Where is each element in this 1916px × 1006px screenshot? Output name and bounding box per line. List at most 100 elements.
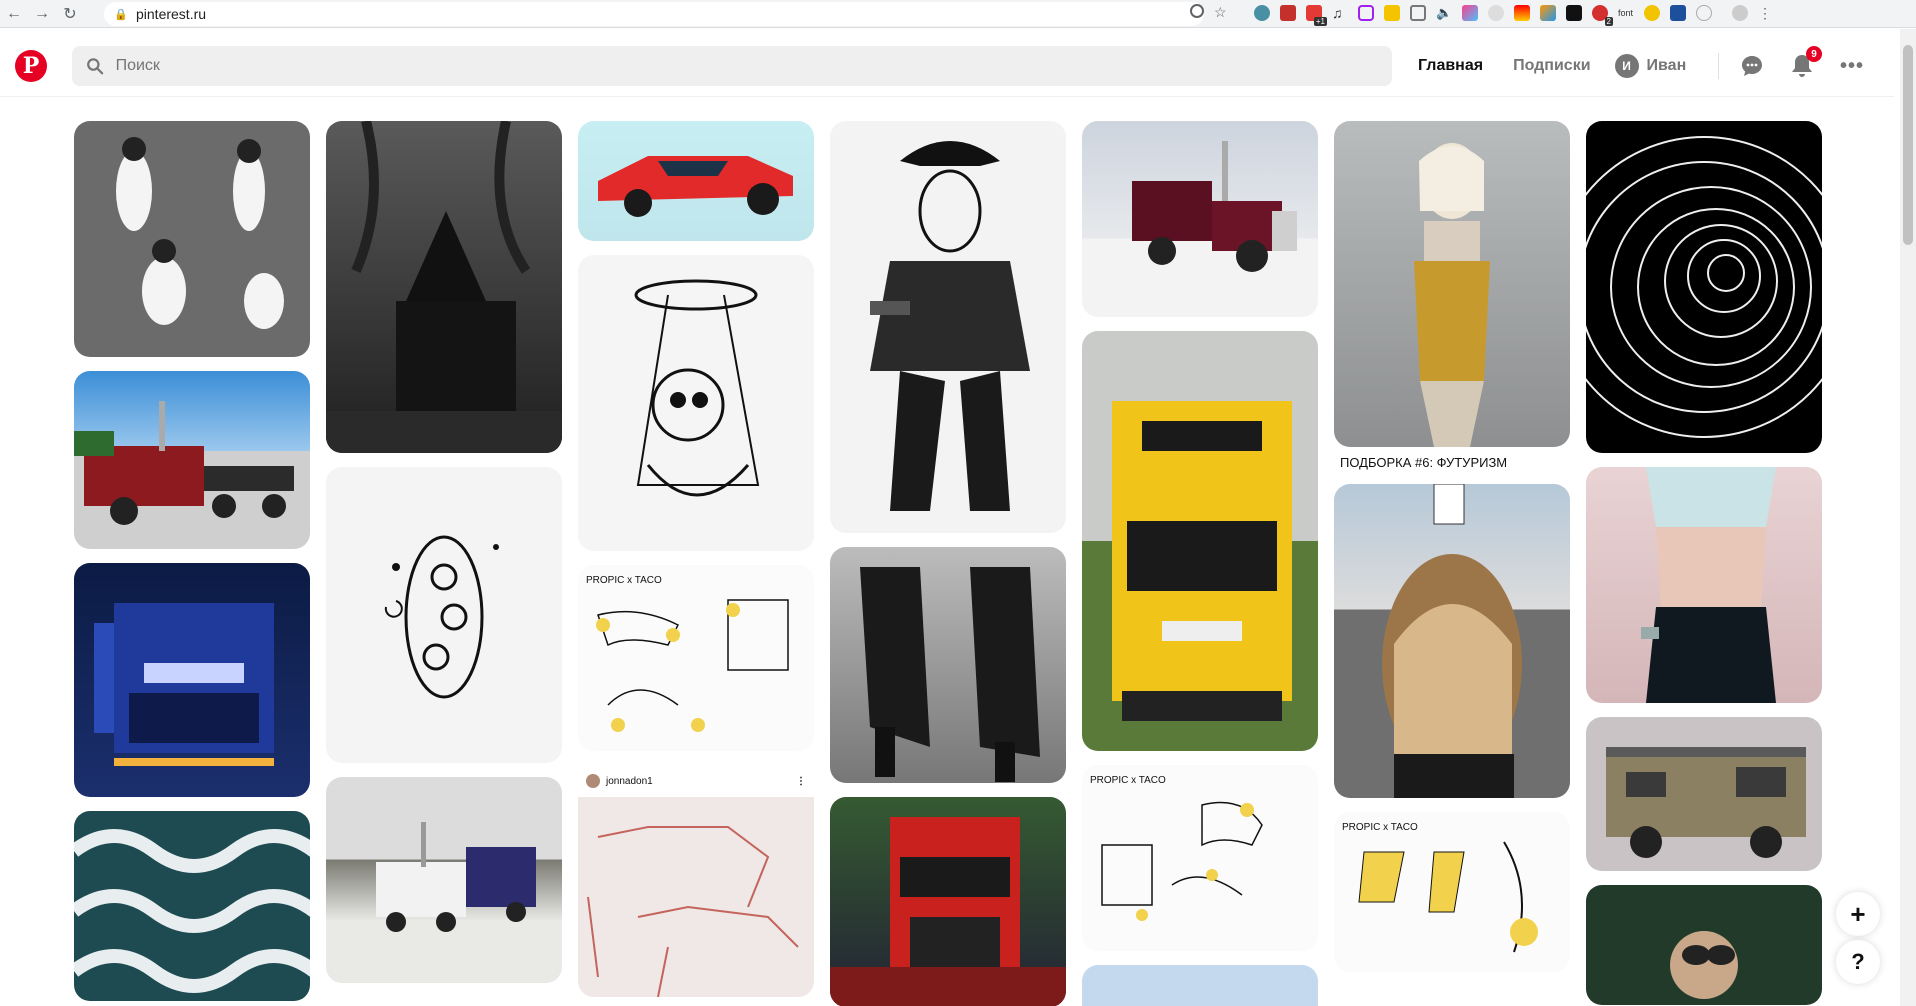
pin-caption[interactable]: ПОДБОРКА #6: ФУТУРИЗМ — [1334, 447, 1570, 470]
profile-avatar-icon[interactable] — [1732, 5, 1748, 21]
pin-card[interactable]: PROPIC x TACO — [578, 565, 814, 751]
pinterest-logo-icon[interactable]: P — [15, 50, 47, 82]
pin-image — [587, 826, 799, 997]
pin-image: PROPIC x TACO — [586, 575, 789, 732]
pin-card[interactable] — [1586, 885, 1822, 1005]
search-icon — [87, 58, 104, 75]
extension-icon[interactable]: +1 — [1306, 5, 1327, 26]
site-header: P Главная Подписки И Иван 9 ••• — [0, 29, 1894, 97]
pin-card[interactable] — [74, 563, 310, 797]
pin-card[interactable] — [1586, 717, 1822, 871]
music-note-icon[interactable]: ♫ — [1332, 5, 1348, 21]
pin-card[interactable]: PROPIC x TACO — [1082, 765, 1318, 951]
font-extension-icon[interactable]: font — [1618, 5, 1634, 21]
extension-icon[interactable]: 2 — [1592, 5, 1613, 26]
pin-image — [1670, 931, 1738, 999]
pin-image: PROPIC x TACO — [1090, 775, 1263, 921]
pin-card[interactable] — [74, 811, 310, 1001]
avatar — [586, 774, 600, 788]
pin-card[interactable] — [1586, 467, 1822, 703]
avatar: И — [1614, 54, 1639, 78]
extension-icon[interactable] — [1358, 5, 1374, 21]
zoom-icon[interactable] — [1190, 4, 1204, 18]
extension-icon[interactable] — [1384, 5, 1400, 21]
lock-icon: 🔒 — [114, 9, 128, 21]
page-scrollbar[interactable] — [1900, 29, 1916, 1006]
pin-card[interactable] — [1082, 965, 1318, 1006]
speaker-icon[interactable]: 🔈 — [1436, 5, 1452, 21]
address-bar[interactable]: 🔒 pinterest.ru — [104, 2, 1204, 26]
pin-card[interactable] — [1082, 331, 1318, 751]
pin-image — [1112, 401, 1292, 721]
pin-image — [598, 156, 793, 217]
pin-image — [1132, 141, 1297, 272]
pin-card[interactable] — [1082, 121, 1318, 317]
extension-icon[interactable] — [1280, 5, 1296, 21]
pin-card[interactable] — [578, 255, 814, 551]
notifications-bell-icon[interactable]: 9 — [1790, 46, 1822, 78]
messages-icon[interactable] — [1740, 54, 1764, 78]
search-input[interactable] — [115, 57, 1392, 75]
extension-icon[interactable] — [1566, 5, 1582, 21]
pin-column — [74, 121, 310, 1006]
pin-card[interactable] — [74, 121, 310, 357]
help-button[interactable]: ? — [1836, 940, 1880, 984]
pin-card[interactable] — [1334, 484, 1570, 798]
more-options-icon[interactable]: ••• — [1840, 54, 1864, 78]
forward-icon[interactable]: → — [28, 0, 56, 28]
browser-toolbar: ← → ↻ 🔒 pinterest.ru ☆ +1 ♫ 🔈 2 font ⋮ — [0, 0, 1916, 28]
back-icon[interactable]: ← — [0, 0, 28, 28]
pin-card[interactable] — [830, 121, 1066, 533]
pin-image — [94, 603, 274, 766]
extension-icon[interactable] — [1644, 5, 1660, 21]
extension-icon[interactable] — [1514, 5, 1530, 21]
pin-image — [1586, 136, 1822, 438]
pin-column — [1586, 121, 1822, 1006]
pin-image: PROPIC x TACO — [1342, 822, 1538, 953]
extension-icon[interactable] — [1462, 5, 1478, 21]
pin-image — [1641, 467, 1776, 703]
nav-home[interactable]: Главная — [1412, 49, 1489, 83]
user-name: Иван — [1646, 57, 1687, 74]
user-profile-link[interactable]: И Иван — [1614, 54, 1687, 78]
pin-card[interactable] — [326, 121, 562, 453]
pin-card[interactable] — [1334, 121, 1570, 447]
pin-image — [830, 817, 1066, 1006]
pin-card[interactable] — [1586, 121, 1822, 453]
pin-more-icon[interactable]: ⋮ — [796, 776, 806, 787]
pin-card[interactable] — [830, 797, 1066, 1006]
pin-image — [1606, 747, 1806, 858]
pin-column: PROPIC x TACO jonnadon1 ⋮ — [578, 121, 814, 1006]
extension-icon[interactable] — [1670, 5, 1686, 21]
pin-author-bar: jonnadon1 ⋮ — [578, 765, 814, 797]
extension-icon[interactable] — [1696, 5, 1712, 21]
pin-column: PROPIC x TACO — [1082, 121, 1318, 1006]
pin-card[interactable] — [326, 467, 562, 763]
reload-icon[interactable]: ↻ — [56, 0, 84, 28]
svg-text:PROPIC x TACO: PROPIC x TACO — [1342, 822, 1418, 833]
pin-image — [376, 822, 536, 932]
header-divider — [1718, 53, 1719, 79]
add-pin-button[interactable]: + — [1836, 892, 1880, 936]
pin-card[interactable]: PROPIC x TACO — [1334, 812, 1570, 972]
pin-grid: PROPIC x TACO jonnadon1 ⋮ PROPIC x TACO … — [74, 121, 1874, 1006]
search-bar[interactable] — [72, 46, 1392, 86]
pin-author-name[interactable]: jonnadon1 — [606, 776, 653, 787]
bookmark-star-icon[interactable]: ☆ — [1214, 4, 1230, 20]
pin-card[interactable] — [578, 121, 814, 241]
pin-column — [326, 121, 562, 997]
pin-card[interactable] — [74, 371, 310, 549]
scroll-thumb[interactable] — [1903, 45, 1913, 245]
nav-following[interactable]: Подписки — [1507, 49, 1596, 83]
pin-card[interactable] — [830, 547, 1066, 783]
pin-card[interactable]: jonnadon1 ⋮ — [578, 765, 814, 997]
pin-image — [74, 401, 294, 525]
pin-card[interactable] — [326, 777, 562, 983]
pin-image — [1414, 143, 1490, 447]
extension-icon[interactable] — [1254, 5, 1270, 21]
pin-column — [830, 121, 1066, 1006]
extension-icon[interactable] — [1410, 5, 1426, 21]
extension-icon[interactable] — [1488, 5, 1504, 21]
browser-menu-icon[interactable]: ⋮ — [1758, 5, 1774, 21]
extension-icon[interactable] — [1540, 5, 1556, 21]
